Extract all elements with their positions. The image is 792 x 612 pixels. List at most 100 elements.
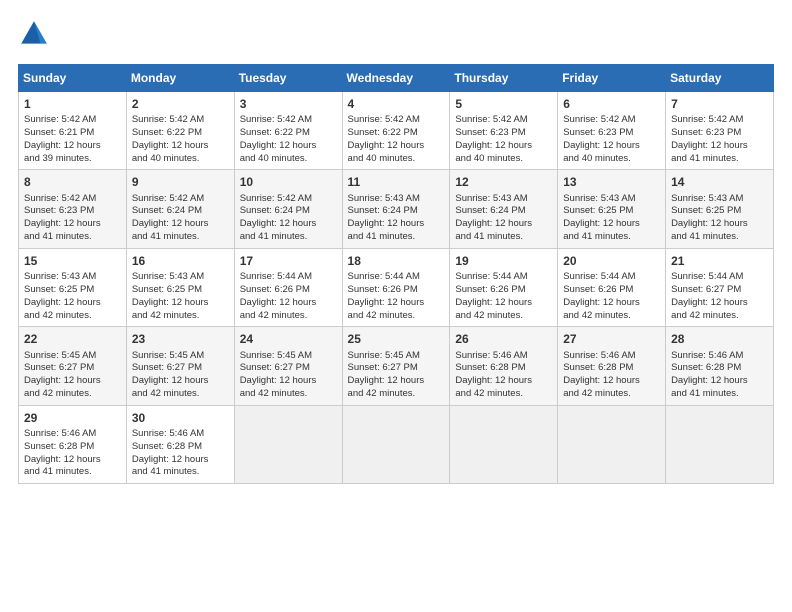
logo-icon bbox=[18, 18, 50, 50]
weekday-header-thursday: Thursday bbox=[450, 65, 558, 92]
calendar-week-row: 29 Sunrise: 5:46 AM Sunset: 6:28 PM Dayli… bbox=[19, 405, 774, 483]
day-number: 27 bbox=[563, 331, 660, 347]
day-number: 30 bbox=[132, 410, 229, 426]
calendar-day-14: 14 Sunrise: 5:43 AM Sunset: 6:25 PM Dayli… bbox=[666, 170, 774, 248]
day-info: Sunrise: 5:42 AM Sunset: 6:23 PM Dayligh… bbox=[671, 114, 768, 165]
calendar-day-empty bbox=[234, 405, 342, 483]
calendar-day-30: 30 Sunrise: 5:46 AM Sunset: 6:28 PM Dayli… bbox=[126, 405, 234, 483]
calendar-day-17: 17 Sunrise: 5:44 AM Sunset: 6:26 PM Dayli… bbox=[234, 248, 342, 326]
day-number: 7 bbox=[671, 96, 768, 112]
calendar-day-18: 18 Sunrise: 5:44 AM Sunset: 6:26 PM Dayli… bbox=[342, 248, 450, 326]
calendar-day-23: 23 Sunrise: 5:45 AM Sunset: 6:27 PM Dayli… bbox=[126, 327, 234, 405]
calendar-day-13: 13 Sunrise: 5:43 AM Sunset: 6:25 PM Dayli… bbox=[558, 170, 666, 248]
day-info: Sunrise: 5:42 AM Sunset: 6:21 PM Dayligh… bbox=[24, 114, 121, 165]
day-info: Sunrise: 5:42 AM Sunset: 6:22 PM Dayligh… bbox=[348, 114, 445, 165]
calendar-day-6: 6 Sunrise: 5:42 AM Sunset: 6:23 PM Daylig… bbox=[558, 92, 666, 170]
day-info: Sunrise: 5:44 AM Sunset: 6:26 PM Dayligh… bbox=[240, 271, 337, 322]
day-number: 1 bbox=[24, 96, 121, 112]
day-number: 5 bbox=[455, 96, 552, 112]
calendar-week-row: 1 Sunrise: 5:42 AM Sunset: 6:21 PM Daylig… bbox=[19, 92, 774, 170]
weekday-header-tuesday: Tuesday bbox=[234, 65, 342, 92]
day-number: 23 bbox=[132, 331, 229, 347]
calendar-day-1: 1 Sunrise: 5:42 AM Sunset: 6:21 PM Daylig… bbox=[19, 92, 127, 170]
day-number: 12 bbox=[455, 174, 552, 190]
calendar-table: SundayMondayTuesdayWednesdayThursdayFrid… bbox=[18, 64, 774, 484]
day-info: Sunrise: 5:45 AM Sunset: 6:27 PM Dayligh… bbox=[348, 350, 445, 401]
calendar-day-empty bbox=[450, 405, 558, 483]
day-info: Sunrise: 5:46 AM Sunset: 6:28 PM Dayligh… bbox=[563, 350, 660, 401]
logo bbox=[18, 18, 54, 50]
calendar-day-19: 19 Sunrise: 5:44 AM Sunset: 6:26 PM Dayli… bbox=[450, 248, 558, 326]
calendar-day-22: 22 Sunrise: 5:45 AM Sunset: 6:27 PM Dayli… bbox=[19, 327, 127, 405]
day-number: 22 bbox=[24, 331, 121, 347]
day-number: 19 bbox=[455, 253, 552, 269]
day-number: 18 bbox=[348, 253, 445, 269]
day-info: Sunrise: 5:43 AM Sunset: 6:25 PM Dayligh… bbox=[24, 271, 121, 322]
weekday-header-row: SundayMondayTuesdayWednesdayThursdayFrid… bbox=[19, 65, 774, 92]
day-info: Sunrise: 5:43 AM Sunset: 6:25 PM Dayligh… bbox=[671, 193, 768, 244]
day-info: Sunrise: 5:46 AM Sunset: 6:28 PM Dayligh… bbox=[455, 350, 552, 401]
calendar-day-26: 26 Sunrise: 5:46 AM Sunset: 6:28 PM Dayli… bbox=[450, 327, 558, 405]
day-number: 9 bbox=[132, 174, 229, 190]
weekday-header-monday: Monday bbox=[126, 65, 234, 92]
day-info: Sunrise: 5:42 AM Sunset: 6:24 PM Dayligh… bbox=[132, 193, 229, 244]
calendar-day-9: 9 Sunrise: 5:42 AM Sunset: 6:24 PM Daylig… bbox=[126, 170, 234, 248]
calendar-day-11: 11Sunrise: 5:43 AM Sunset: 6:24 PM Dayli… bbox=[342, 170, 450, 248]
calendar-week-row: 15 Sunrise: 5:43 AM Sunset: 6:25 PM Dayli… bbox=[19, 248, 774, 326]
day-info: Sunrise: 5:44 AM Sunset: 6:26 PM Dayligh… bbox=[348, 271, 445, 322]
day-number: 8 bbox=[24, 174, 121, 190]
day-number: 29 bbox=[24, 410, 121, 426]
day-info: Sunrise: 5:42 AM Sunset: 6:24 PM Dayligh… bbox=[240, 193, 337, 244]
day-number: 10 bbox=[240, 174, 337, 190]
day-info: Sunrise: 5:46 AM Sunset: 6:28 PM Dayligh… bbox=[671, 350, 768, 401]
calendar-day-10: 10 Sunrise: 5:42 AM Sunset: 6:24 PM Dayli… bbox=[234, 170, 342, 248]
day-number: 28 bbox=[671, 331, 768, 347]
day-info: Sunrise: 5:42 AM Sunset: 6:23 PM Dayligh… bbox=[455, 114, 552, 165]
day-number: 2 bbox=[132, 96, 229, 112]
day-info: Sunrise: 5:45 AM Sunset: 6:27 PM Dayligh… bbox=[24, 350, 121, 401]
calendar-day-5: 5 Sunrise: 5:42 AM Sunset: 6:23 PM Daylig… bbox=[450, 92, 558, 170]
day-info: Sunrise: 5:42 AM Sunset: 6:23 PM Dayligh… bbox=[24, 193, 121, 244]
weekday-header-sunday: Sunday bbox=[19, 65, 127, 92]
calendar-day-24: 24 Sunrise: 5:45 AM Sunset: 6:27 PM Dayli… bbox=[234, 327, 342, 405]
day-number: 17 bbox=[240, 253, 337, 269]
day-number: 15 bbox=[24, 253, 121, 269]
day-number: 21 bbox=[671, 253, 768, 269]
calendar-week-row: 22 Sunrise: 5:45 AM Sunset: 6:27 PM Dayli… bbox=[19, 327, 774, 405]
calendar-page: SundayMondayTuesdayWednesdayThursdayFrid… bbox=[0, 0, 792, 612]
calendar-day-12: 12 Sunrise: 5:43 AM Sunset: 6:24 PM Dayli… bbox=[450, 170, 558, 248]
calendar-day-empty bbox=[342, 405, 450, 483]
calendar-day-21: 21 Sunrise: 5:44 AM Sunset: 6:27 PM Dayli… bbox=[666, 248, 774, 326]
day-number: 14 bbox=[671, 174, 768, 190]
calendar-day-4: 4 Sunrise: 5:42 AM Sunset: 6:22 PM Daylig… bbox=[342, 92, 450, 170]
day-info: Sunrise: 5:42 AM Sunset: 6:22 PM Dayligh… bbox=[240, 114, 337, 165]
calendar-day-3: 3 Sunrise: 5:42 AM Sunset: 6:22 PM Daylig… bbox=[234, 92, 342, 170]
day-info: Sunrise: 5:46 AM Sunset: 6:28 PM Dayligh… bbox=[24, 428, 121, 479]
day-number: 3 bbox=[240, 96, 337, 112]
day-info: Sunrise: 5:44 AM Sunset: 6:26 PM Dayligh… bbox=[563, 271, 660, 322]
day-number: 20 bbox=[563, 253, 660, 269]
day-info: Sunrise: 5:44 AM Sunset: 6:26 PM Dayligh… bbox=[455, 271, 552, 322]
day-info: Sunrise: 5:42 AM Sunset: 6:23 PM Dayligh… bbox=[563, 114, 660, 165]
day-number: 16 bbox=[132, 253, 229, 269]
day-number: 24 bbox=[240, 331, 337, 347]
day-info: Sunrise: 5:45 AM Sunset: 6:27 PM Dayligh… bbox=[132, 350, 229, 401]
day-number: 4 bbox=[348, 96, 445, 112]
header bbox=[18, 18, 774, 50]
day-info: Sunrise: 5:46 AM Sunset: 6:28 PM Dayligh… bbox=[132, 428, 229, 479]
calendar-day-20: 20 Sunrise: 5:44 AM Sunset: 6:26 PM Dayli… bbox=[558, 248, 666, 326]
calendar-week-row: 8 Sunrise: 5:42 AM Sunset: 6:23 PM Daylig… bbox=[19, 170, 774, 248]
day-number: 13 bbox=[563, 174, 660, 190]
calendar-day-27: 27 Sunrise: 5:46 AM Sunset: 6:28 PM Dayli… bbox=[558, 327, 666, 405]
calendar-day-8: 8 Sunrise: 5:42 AM Sunset: 6:23 PM Daylig… bbox=[19, 170, 127, 248]
day-info: Sunrise: 5:42 AM Sunset: 6:22 PM Dayligh… bbox=[132, 114, 229, 165]
day-info: Sunrise: 5:44 AM Sunset: 6:27 PM Dayligh… bbox=[671, 271, 768, 322]
day-number: 26 bbox=[455, 331, 552, 347]
day-number: 25 bbox=[348, 331, 445, 347]
calendar-day-empty bbox=[666, 405, 774, 483]
day-number: 6 bbox=[563, 96, 660, 112]
day-info: Sunrise: 5:43 AM Sunset: 6:24 PM Dayligh… bbox=[348, 193, 445, 244]
day-info: Sunrise: 5:45 AM Sunset: 6:27 PM Dayligh… bbox=[240, 350, 337, 401]
day-info: Sunrise: 5:43 AM Sunset: 6:25 PM Dayligh… bbox=[563, 193, 660, 244]
day-info: Sunrise: 5:43 AM Sunset: 6:24 PM Dayligh… bbox=[455, 193, 552, 244]
